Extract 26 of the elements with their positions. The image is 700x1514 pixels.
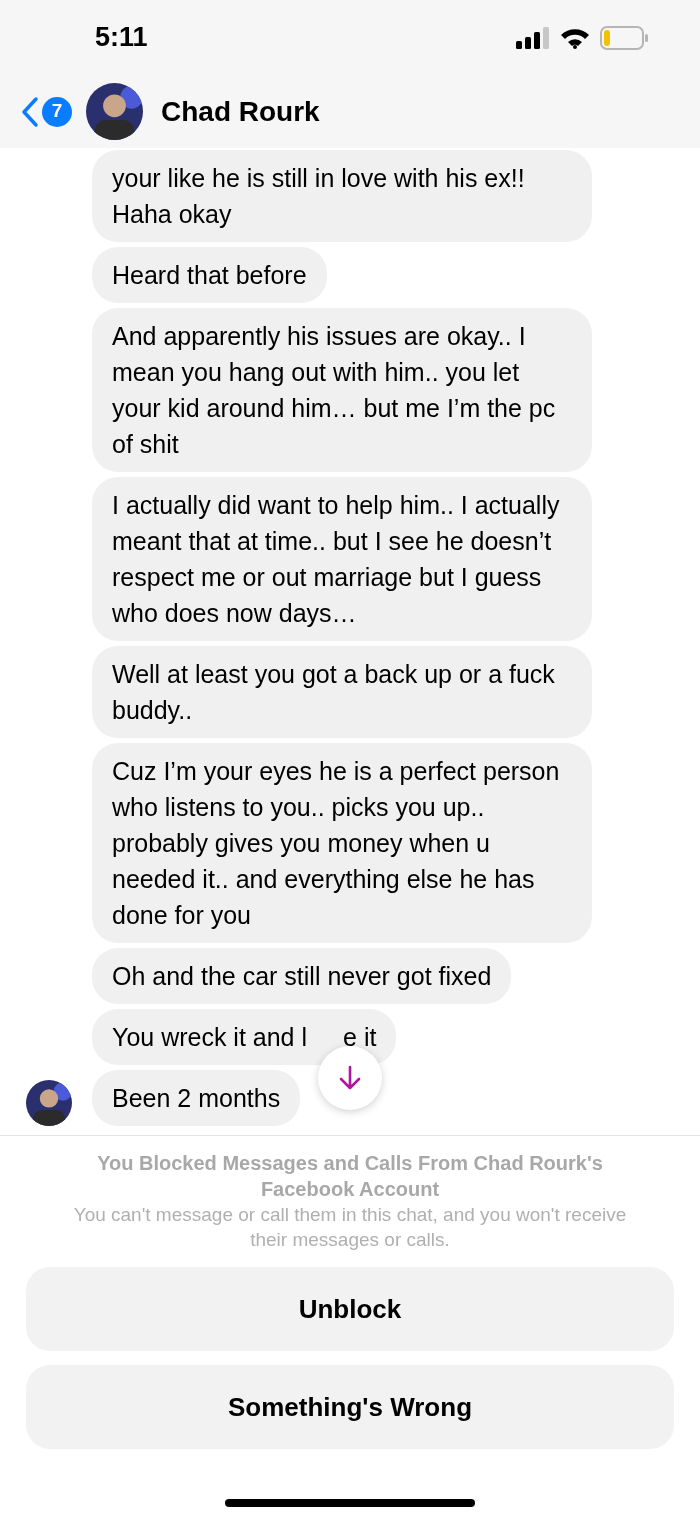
contact-avatar (86, 83, 143, 140)
message-text: Well at least you got a back up or a fuck buddy.. (112, 659, 556, 726)
arrow-down-icon (338, 1065, 362, 1091)
message-text: I actually did want to help him.. I actually meant that at time.. but I see he doesn’t respect me or out marriage but I guess who does now days… (112, 490, 561, 629)
wifi-icon (560, 26, 590, 49)
blocked-title: You Blocked Messages and Calls From Chad Rourk's Facebook Account (96, 1151, 604, 1202)
back-icon (20, 95, 40, 128)
message-text: You wreck it and l (112, 1022, 308, 1053)
contact-name: Chad Rourk (161, 94, 320, 129)
signal-icon (516, 26, 550, 49)
message-text: Cuz I’m your eyes he is a perfect person who listens to you.. picks you up.. probably gives you money when u needed it.. and everything else he has done for you (112, 756, 561, 931)
status-time: 5:11 (95, 21, 148, 55)
scroll-down-button[interactable] (318, 1046, 382, 1110)
message-text: And apparently his issues are okay.. I mean you hang out with him.. you let your kid around him… but me I’m the pc of shit (112, 321, 557, 460)
unread-badge: 7 (42, 96, 72, 127)
message-text: Been 2 months (112, 1083, 281, 1114)
blocked-description: You can't message or call them in this chat, and you won't receive their messages or calls. (72, 1203, 628, 1252)
back-button[interactable]: 7 (20, 95, 72, 128)
message-text: e it (343, 1022, 377, 1053)
battery-icon (600, 25, 648, 50)
sender-avatar (26, 1080, 72, 1126)
message-text: Heard that before (112, 260, 307, 291)
action-button[interactable]: Unblock (26, 1267, 674, 1351)
message-text: Oh and the car still never got fixed (112, 961, 492, 992)
action-button[interactable]: Something's Wrong (26, 1365, 674, 1449)
message-text: your like he is still in love with his ex!! Haha okay (112, 163, 526, 230)
